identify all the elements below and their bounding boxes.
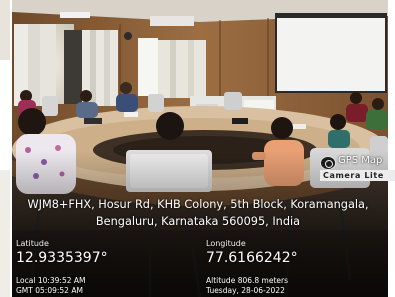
altitude: Altitude 806.8 meters xyxy=(206,276,289,285)
address-line-2: Bengaluru, Karnataka 560095, India xyxy=(95,215,301,228)
gps-map-camera-logo: GPS Map Camera Lite xyxy=(318,152,395,182)
brand-subtitle: Camera Lite xyxy=(323,171,384,180)
longitude-label: Longitude xyxy=(206,239,246,248)
latitude-label: Latitude xyxy=(16,239,49,248)
brand-strip: Camera Lite xyxy=(320,170,395,181)
longitude-value: 77.6166242° xyxy=(206,250,298,266)
address-line-1: WJM8+FHX, Hosur Rd, KHB Colony, 5th Bloc… xyxy=(27,198,369,211)
address-block: WJM8+FHX, Hosur Rd, KHB Colony, 5th Bloc… xyxy=(12,196,384,230)
latitude-value: 12.9335397° xyxy=(16,250,108,266)
local-time: Local 10:39:52 AM xyxy=(16,276,86,285)
brand-name: GPS Map xyxy=(338,155,383,166)
date: Tuesday, 28-06-2022 xyxy=(206,286,285,295)
gmt-time: GMT 05:09:52 AM xyxy=(16,286,83,295)
photo-frame: GPS Map Camera Lite WJM8+FHX, Hosur Rd, … xyxy=(0,0,395,297)
camera-icon xyxy=(320,156,336,170)
